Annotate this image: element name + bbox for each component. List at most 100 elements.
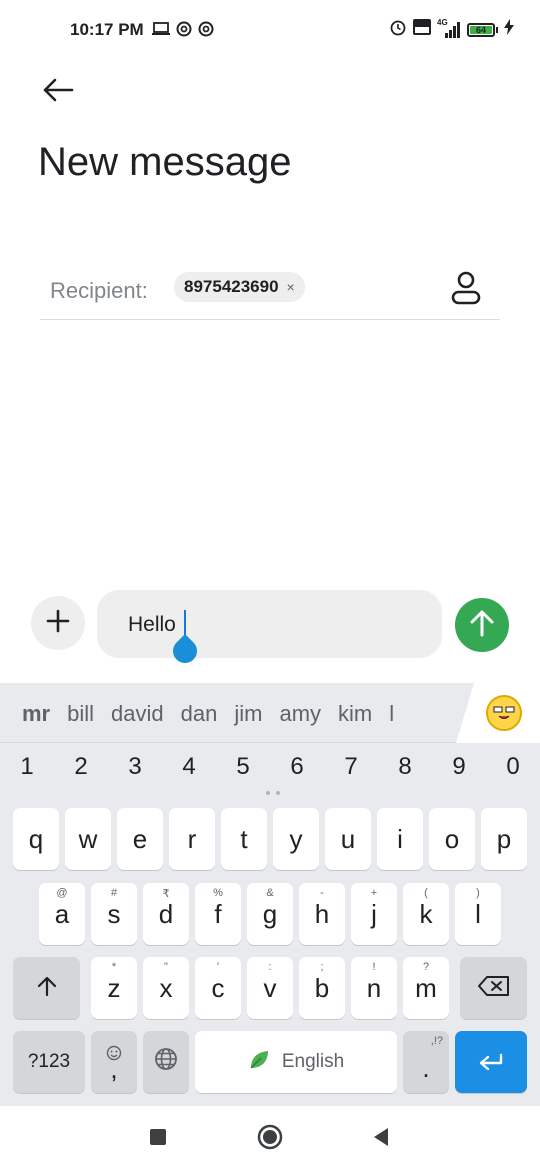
key-e[interactable]: e — [117, 808, 163, 870]
key-h[interactable]: -h — [299, 883, 345, 945]
volte-icon — [413, 19, 431, 40]
page-title: New message — [38, 140, 292, 184]
key-m[interactable]: ? m — [403, 957, 449, 1019]
key-g[interactable]: & g — [247, 883, 293, 945]
system-icons: 4G 64 — [389, 18, 514, 41]
key-number[interactable]: 2 — [54, 753, 108, 781]
key-t[interactable]: t — [221, 808, 267, 870]
at-icon — [198, 21, 214, 42]
person-icon — [451, 271, 481, 310]
key-z[interactable]: * z — [91, 957, 137, 1019]
key-number[interactable]: 0 — [486, 753, 540, 781]
key-q[interactable]: q — [13, 808, 59, 870]
globe-icon — [154, 1047, 178, 1078]
comma-key[interactable]: , — [91, 1031, 137, 1093]
emoji-icon — [106, 1037, 122, 1068]
at-icon — [176, 21, 192, 42]
key-f[interactable]: % f — [195, 883, 241, 945]
navigation-bar — [0, 1106, 540, 1170]
back-button[interactable] — [36, 70, 80, 114]
home-button[interactable] — [255, 1124, 285, 1154]
key-l[interactable]: ) l — [455, 883, 501, 945]
key-number[interactable]: 4 — [162, 753, 216, 781]
key-number[interactable]: 8 — [378, 753, 432, 781]
status-bar: 10:17 PM 4G 64 — [0, 0, 540, 64]
sticker-icon — [486, 695, 522, 731]
triangle-back-icon — [372, 1127, 390, 1152]
suggestion-bar: mr bill david dan jim amy kim l — [0, 683, 540, 743]
number-row: 1 2 3 4 5 6 7 8 9 0 — [0, 753, 540, 793]
key-u[interactable]: u — [325, 808, 371, 870]
key-a[interactable]: @ a — [39, 883, 85, 945]
plus-icon — [46, 609, 70, 638]
battery-icon: 64 — [467, 22, 498, 37]
suggestion-item[interactable]: amy — [279, 701, 321, 727]
add-attachment-button[interactable] — [31, 596, 85, 650]
key-y[interactable]: y — [273, 808, 319, 870]
key-o[interactable]: o — [429, 808, 475, 870]
circle-icon — [257, 1124, 283, 1155]
key-w[interactable]: w — [65, 808, 111, 870]
key-c[interactable]: ' c — [195, 957, 241, 1019]
suggestion-item[interactable]: jim — [234, 701, 262, 727]
battery-level: 64 — [470, 25, 492, 35]
key-b[interactable]: ; b — [299, 957, 345, 1019]
shift-icon — [36, 973, 58, 1004]
recipient-field[interactable]: Recipient: 8975423690 × — [40, 262, 500, 320]
key-j[interactable]: + j — [351, 883, 397, 945]
laptop-icon — [152, 22, 170, 41]
cursor-handle[interactable] — [168, 634, 202, 668]
suggestion-item[interactable]: dan — [181, 701, 218, 727]
key-p[interactable]: p — [481, 808, 527, 870]
key-s[interactable]: # s — [91, 883, 137, 945]
symbols-key[interactable]: ?123 — [13, 1031, 85, 1093]
key-r[interactable]: r — [169, 808, 215, 870]
key-i[interactable]: i — [377, 808, 423, 870]
alarm-icon — [389, 18, 407, 41]
backspace-icon — [477, 973, 511, 1004]
contact-picker-button[interactable] — [446, 270, 486, 310]
send-button[interactable] — [455, 598, 509, 652]
shift-key[interactable] — [13, 957, 80, 1019]
backspace-key[interactable] — [460, 957, 527, 1019]
recipient-chip[interactable]: 8975423690 × — [174, 272, 305, 302]
space-key[interactable]: English — [195, 1031, 397, 1093]
network-type: 4G — [437, 17, 448, 27]
nav-back-button[interactable] — [366, 1124, 396, 1154]
key-x[interactable]: " x — [143, 957, 189, 1019]
message-input[interactable]: Hello — [97, 590, 442, 668]
key-number[interactable]: 5 — [216, 753, 270, 781]
suggestion-item[interactable]: kim — [338, 701, 372, 727]
enter-key[interactable] — [455, 1031, 527, 1093]
key-k[interactable]: (k — [403, 883, 449, 945]
page-indicator — [266, 791, 280, 795]
suggestion-list: mr bill david dan jim amy kim l — [22, 701, 452, 727]
language-key[interactable] — [143, 1031, 189, 1093]
key-number[interactable]: 9 — [432, 753, 486, 781]
square-icon — [150, 1128, 166, 1150]
suggestion-item[interactable]: david — [111, 701, 164, 727]
suggestion-item[interactable]: bill — [67, 701, 94, 727]
key-d[interactable]: ₹ d — [143, 883, 189, 945]
emoji-button[interactable] — [456, 683, 540, 743]
key-number[interactable]: 6 — [270, 753, 324, 781]
leaf-icon — [248, 1047, 270, 1078]
message-text: Hello — [128, 613, 176, 636]
suggestion-item[interactable]: mr — [22, 701, 50, 727]
arrow-up-icon — [469, 609, 495, 642]
recipient-label: Recipient: — [50, 278, 148, 303]
recipient-chip-number: 8975423690 — [184, 277, 279, 296]
key-n[interactable]: ! n — [351, 957, 397, 1019]
key-v[interactable]: :v — [247, 957, 293, 1019]
status-time: 10:17 PM — [70, 20, 144, 39]
recents-button[interactable] — [143, 1124, 173, 1154]
enter-icon — [478, 1047, 504, 1078]
close-icon[interactable]: × — [287, 279, 295, 295]
suggestion-item[interactable]: l — [389, 701, 394, 727]
notification-icons — [152, 21, 214, 42]
key-number[interactable]: 1 — [0, 753, 54, 781]
key-number[interactable]: 7 — [324, 753, 378, 781]
key-number[interactable]: 3 — [108, 753, 162, 781]
period-key[interactable]: ,!? . — [403, 1031, 449, 1093]
signal-icon: 4G — [437, 18, 461, 38]
